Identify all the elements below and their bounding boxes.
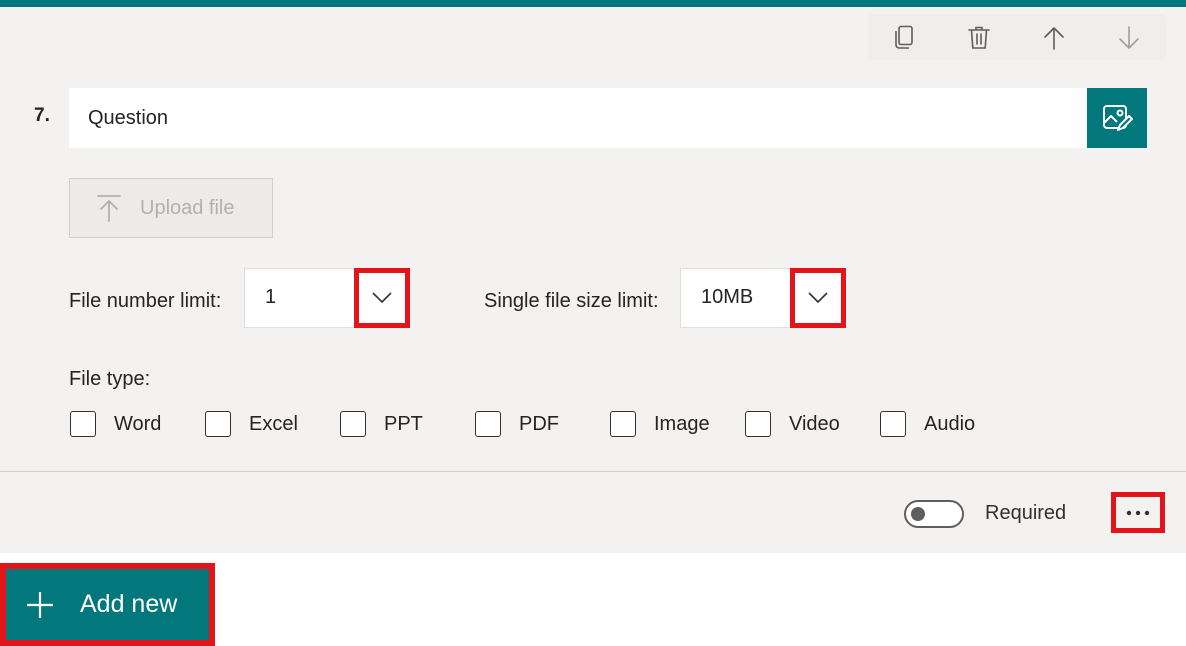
insert-media-button[interactable] <box>1087 88 1147 148</box>
checkbox-box[interactable] <box>475 411 501 437</box>
file-number-limit-dropdown[interactable]: 1 <box>244 268 410 328</box>
active-question-indicator <box>0 0 1186 7</box>
upload-file-label: Upload file <box>140 196 235 219</box>
move-down-icon <box>1119 26 1139 49</box>
question-number: 7. <box>34 105 50 126</box>
file-number-limit-toggle[interactable] <box>354 268 410 328</box>
more-options-button[interactable] <box>1111 492 1165 533</box>
file-type-video-checkbox[interactable]: Video <box>745 411 840 437</box>
required-toggle[interactable] <box>904 500 964 528</box>
checkbox-box[interactable] <box>610 411 636 437</box>
file-type-ppt-checkbox[interactable]: PPT <box>340 411 423 437</box>
file-type-option-label: PPT <box>384 412 423 435</box>
checkbox-box[interactable] <box>880 411 906 437</box>
upload-file-button[interactable]: Upload file <box>69 178 273 238</box>
delete-button[interactable] <box>963 22 995 54</box>
add-new-button[interactable]: Add new <box>0 563 215 646</box>
file-type-label: File type: <box>69 368 151 390</box>
file-number-limit-value: 1 <box>265 286 277 308</box>
file-number-limit-label: File number limit: <box>69 290 222 312</box>
file-type-option-label: PDF <box>519 412 559 435</box>
file-type-word-checkbox[interactable]: Word <box>70 411 161 437</box>
checkbox-box[interactable] <box>340 411 366 437</box>
file-type-option-label: Excel <box>249 412 298 435</box>
file-type-audio-checkbox[interactable]: Audio <box>880 411 975 437</box>
file-size-limit-dropdown[interactable]: 10MB <box>680 268 846 328</box>
checkbox-box[interactable] <box>70 411 96 437</box>
file-size-limit-value: 10MB <box>701 286 754 308</box>
upload-icon <box>96 194 122 222</box>
checkbox-box[interactable] <box>745 411 771 437</box>
required-label: Required <box>985 502 1067 524</box>
toggle-knob <box>911 507 925 521</box>
chevron-down-icon <box>808 292 828 304</box>
question-input[interactable] <box>69 88 1087 148</box>
more-options-icon <box>1126 510 1150 515</box>
file-type-excel-checkbox[interactable]: Excel <box>205 411 298 437</box>
move-up-icon <box>1044 27 1064 50</box>
question-card: 7. Upload file File number limit: 1 Sing… <box>0 0 1186 553</box>
add-new-label: Add new <box>80 590 178 618</box>
question-toolbar <box>868 14 1166 60</box>
file-type-image-checkbox[interactable]: Image <box>610 411 710 437</box>
card-divider <box>0 471 1186 472</box>
file-type-option-label: Audio <box>924 412 976 435</box>
file-size-limit-toggle[interactable] <box>790 268 846 328</box>
plus-icon <box>26 591 54 619</box>
file-type-pdf-checkbox[interactable]: PDF <box>475 411 559 437</box>
delete-icon <box>968 26 990 49</box>
insert-media-icon <box>1103 105 1133 131</box>
move-up-button[interactable] <box>1038 22 1070 54</box>
file-type-option-label: Word <box>114 412 162 435</box>
file-size-limit-label: Single file size limit: <box>484 290 659 312</box>
checkbox-box[interactable] <box>205 411 231 437</box>
file-type-option-label: Image <box>654 412 710 435</box>
move-down-button[interactable] <box>1113 22 1145 54</box>
copy-icon <box>895 25 913 49</box>
chevron-down-icon <box>372 292 392 304</box>
copy-button[interactable] <box>888 22 920 54</box>
file-type-option-label: Video <box>789 412 840 435</box>
